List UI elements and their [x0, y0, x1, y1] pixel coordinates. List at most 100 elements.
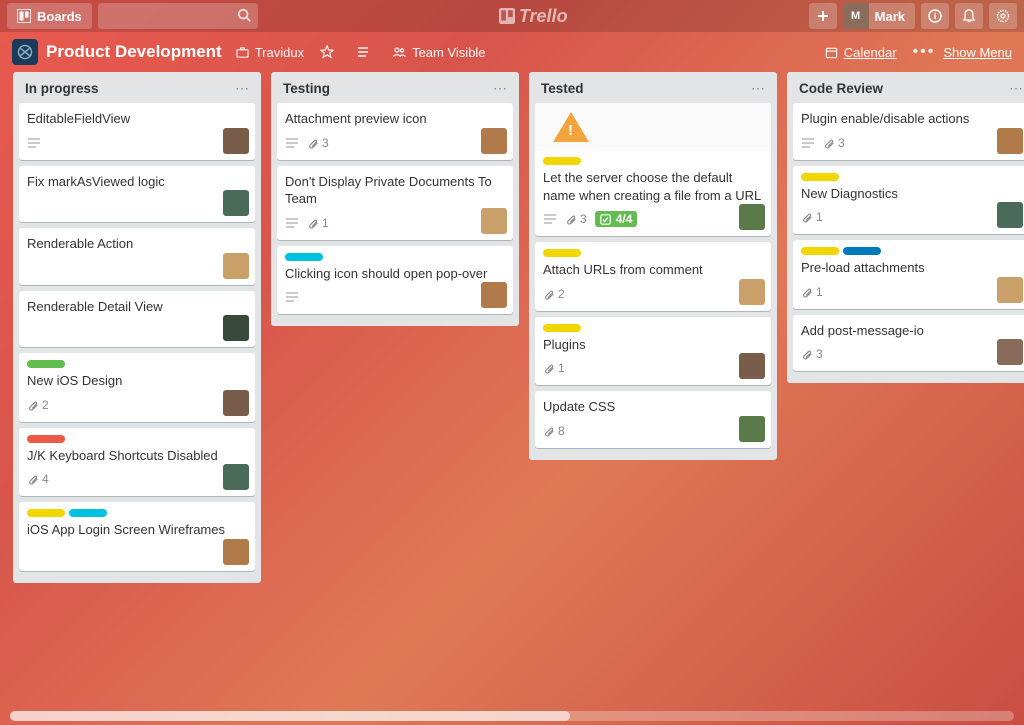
- label-blue[interactable]: [843, 247, 881, 255]
- card[interactable]: New Diagnostics1: [793, 166, 1024, 235]
- card[interactable]: Clicking icon should open pop-over: [277, 246, 513, 315]
- list: Tested⋯ Let the server choose the default…: [529, 72, 777, 460]
- card-member-avatar[interactable]: [997, 339, 1023, 365]
- card-member-avatar[interactable]: [481, 282, 507, 308]
- card-member-avatar[interactable]: [223, 390, 249, 416]
- search-icon: [237, 8, 251, 22]
- card-member-avatar[interactable]: [481, 128, 507, 154]
- card-badges: [27, 543, 247, 565]
- attachment-icon: [565, 213, 577, 225]
- card[interactable]: Update CSS8: [535, 391, 771, 448]
- card-member-avatar[interactable]: [997, 202, 1023, 228]
- user-menu[interactable]: M Mark: [843, 3, 915, 29]
- badge-attachments: 2: [543, 287, 565, 301]
- card[interactable]: Fix markAsViewed logic: [19, 166, 255, 223]
- badge-attachments: 1: [307, 216, 329, 230]
- card-member-avatar[interactable]: [997, 128, 1023, 154]
- card-member-avatar[interactable]: [739, 416, 765, 442]
- list-title[interactable]: Tested: [541, 81, 751, 96]
- badge-attachments: 1: [543, 361, 565, 375]
- card-badges: 2: [27, 394, 247, 416]
- card[interactable]: Plugin enable/disable actions3: [793, 103, 1024, 160]
- label-red[interactable]: [27, 435, 65, 443]
- card-member-avatar[interactable]: [739, 353, 765, 379]
- label-yellow[interactable]: [543, 249, 581, 257]
- card-badges: [27, 194, 247, 216]
- attachment-icon: [801, 348, 813, 360]
- info-button[interactable]: i: [921, 3, 949, 29]
- card-member-avatar[interactable]: [223, 539, 249, 565]
- label-sky[interactable]: [285, 253, 323, 261]
- card[interactable]: Attach URLs from comment2: [535, 242, 771, 311]
- list-title[interactable]: Testing: [283, 81, 493, 96]
- card-member-avatar[interactable]: [481, 208, 507, 234]
- card[interactable]: Pre-load attachments1: [793, 240, 1024, 309]
- label-yellow[interactable]: [801, 173, 839, 181]
- horizontal-scrollbar[interactable]: [10, 711, 1014, 721]
- card[interactable]: iOS App Login Screen Wireframes: [19, 502, 255, 571]
- attachment-icon: [27, 473, 39, 485]
- visibility-button[interactable]: Team Visible: [392, 45, 485, 60]
- card[interactable]: J/K Keyboard Shortcuts Disabled4: [19, 428, 255, 497]
- card[interactable]: Renderable Action: [19, 228, 255, 285]
- boards-label: Boards: [37, 9, 82, 24]
- label-yellow[interactable]: [543, 324, 581, 332]
- card-cover: [535, 103, 771, 151]
- notifications-button[interactable]: [955, 3, 983, 29]
- label-yellow[interactable]: [543, 157, 581, 165]
- label-green[interactable]: [27, 360, 65, 368]
- boards-button[interactable]: Boards: [7, 3, 92, 29]
- list-menu-button[interactable]: ⋯: [493, 80, 507, 97]
- card[interactable]: Renderable Detail View: [19, 291, 255, 348]
- card-member-avatar[interactable]: [223, 315, 249, 341]
- card-member-avatar[interactable]: [223, 190, 249, 216]
- card[interactable]: Plugins1: [535, 317, 771, 386]
- list-title[interactable]: In progress: [25, 81, 235, 96]
- card-member-avatar[interactable]: [739, 204, 765, 230]
- scrollbar-thumb[interactable]: [10, 711, 570, 721]
- card-title: Update CSS: [543, 398, 763, 416]
- description-icon: [801, 137, 815, 149]
- attachment-icon: [823, 137, 835, 149]
- briefcase-icon: [236, 46, 249, 59]
- list-title[interactable]: Code Review: [799, 81, 1009, 96]
- card-labels: [543, 249, 763, 257]
- card[interactable]: Attachment preview icon3: [277, 103, 513, 160]
- card-title: Don't Display Private Documents To Team: [285, 173, 505, 208]
- team-link[interactable]: Travidux: [236, 45, 304, 60]
- card-member-avatar[interactable]: [739, 279, 765, 305]
- trello-logo[interactable]: Trello: [261, 6, 806, 27]
- star-button[interactable]: [320, 45, 340, 59]
- card[interactable]: Let the server choose the default name w…: [535, 103, 771, 236]
- attachment-icon: [543, 288, 555, 300]
- card-member-avatar[interactable]: [223, 128, 249, 154]
- label-sky[interactable]: [69, 509, 107, 517]
- list-menu-button[interactable]: ⋯: [235, 80, 249, 97]
- label-yellow[interactable]: [801, 247, 839, 255]
- board-title[interactable]: Product Development: [46, 42, 222, 62]
- user-name: Mark: [875, 9, 905, 24]
- card-member-avatar[interactable]: [223, 253, 249, 279]
- show-menu-button[interactable]: Show Menu: [943, 45, 1012, 60]
- calendar-button[interactable]: Calendar: [825, 45, 897, 60]
- settings-button[interactable]: [989, 3, 1017, 29]
- card[interactable]: New iOS Design2: [19, 353, 255, 422]
- description-icon: [543, 213, 557, 225]
- badge-description: [285, 291, 299, 303]
- board-avatar[interactable]: [12, 39, 38, 65]
- card[interactable]: Add post-message-io3: [793, 315, 1024, 372]
- board-canvas[interactable]: In progress⋯EditableFieldViewFix markAsV…: [0, 72, 1024, 711]
- list-view-button[interactable]: [356, 45, 376, 59]
- list-menu-button[interactable]: ⋯: [1009, 80, 1023, 97]
- card-title: Plugin enable/disable actions: [801, 110, 1021, 128]
- card-member-avatar[interactable]: [223, 464, 249, 490]
- card[interactable]: EditableFieldView: [19, 103, 255, 160]
- card-badges: 1: [543, 357, 763, 379]
- card[interactable]: Don't Display Private Documents To Team 1: [277, 166, 513, 240]
- create-button[interactable]: [809, 3, 837, 29]
- card-member-avatar[interactable]: [997, 277, 1023, 303]
- search-input[interactable]: [98, 3, 258, 29]
- label-yellow[interactable]: [27, 509, 65, 517]
- badge-attachments: 4: [27, 472, 49, 486]
- list-menu-button[interactable]: ⋯: [751, 80, 765, 97]
